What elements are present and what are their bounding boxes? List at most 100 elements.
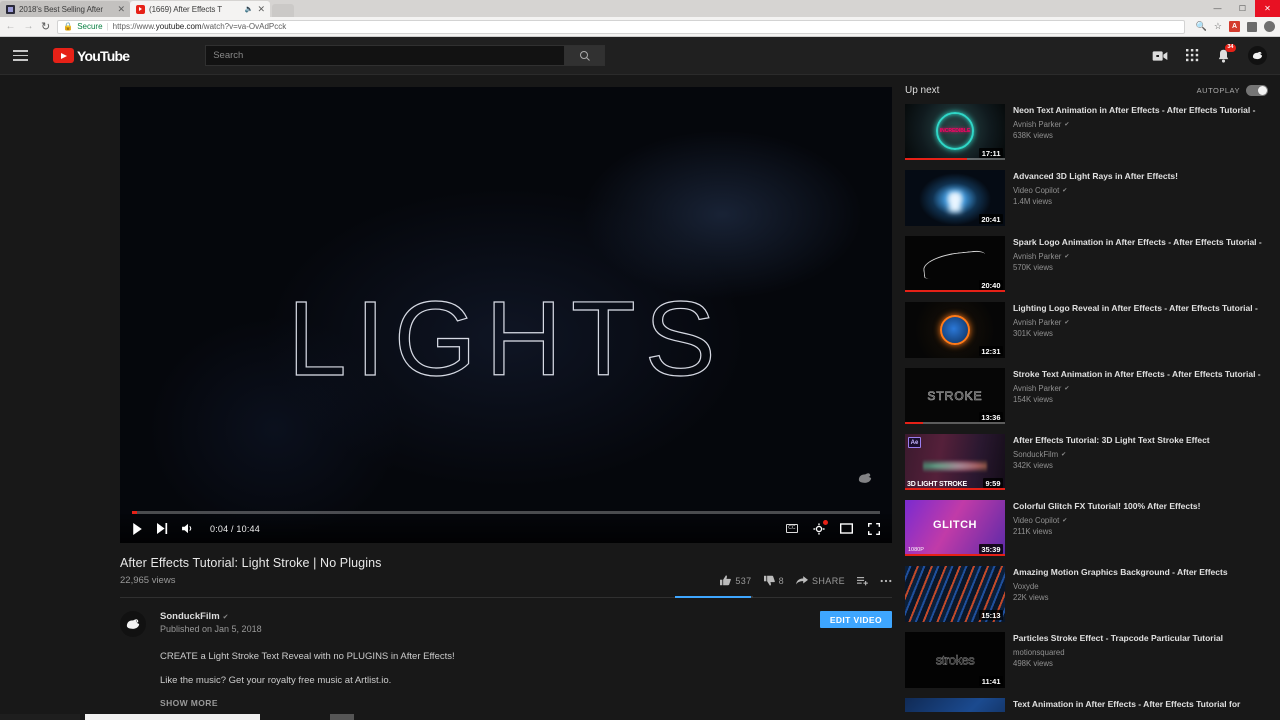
list-item[interactable]: 12:31 Lighting Logo Reveal in After Effec… xyxy=(905,302,1268,358)
minimize-button[interactable]: — xyxy=(1205,0,1230,17)
video-title[interactable]: Text Animation in After Effects - After … xyxy=(1013,699,1268,710)
up-next-label: Up next xyxy=(905,85,940,96)
search-input[interactable] xyxy=(205,45,566,66)
sonduckfilm-duck-watermark[interactable] xyxy=(856,471,874,485)
video-title[interactable]: Neon Text Animation in After Effects - A… xyxy=(1013,105,1268,116)
thumbnail-art-label: 3D LIGHT STROKE xyxy=(907,481,968,488)
omnibox-divider: | xyxy=(106,22,109,31)
list-item[interactable]: 13:36 Stroke Text Animation in After Effe… xyxy=(905,368,1268,424)
forward-icon[interactable]: → xyxy=(23,21,34,32)
video-info: Lighting Logo Reveal in After Effects - … xyxy=(1013,302,1268,358)
fullscreen-icon[interactable] xyxy=(868,522,880,535)
share-label: SHARE xyxy=(811,575,845,586)
video-thumbnail[interactable]: 20:41 xyxy=(905,170,1005,226)
like-ratio-bar xyxy=(675,596,753,598)
channel-name[interactable]: Avnish Parker ✔ xyxy=(1013,384,1268,393)
video-player[interactable]: LIGHTS 0:04 / 10:44 CC xyxy=(120,87,892,543)
browser-tab-2[interactable]: (1669) After Effects T 🔈 ✕ xyxy=(130,1,270,17)
video-title[interactable]: Advanced 3D Light Rays in After Effects! xyxy=(1013,171,1268,182)
channel-name[interactable]: Video Copilot ✔ xyxy=(1013,516,1268,525)
play-icon[interactable] xyxy=(132,522,143,535)
video-thumbnail[interactable]: GLITCH 1080P 35:39 xyxy=(905,500,1005,556)
like-button[interactable]: 537 xyxy=(720,575,751,586)
address-bar[interactable]: 🔒 Secure | https://www.youtube.com/watch… xyxy=(57,19,1185,34)
channel-name[interactable]: Voxyde xyxy=(1013,582,1268,591)
video-title[interactable]: Stroke Text Animation in After Effects -… xyxy=(1013,369,1268,380)
channel-name[interactable]: SonduckFilm ✔ xyxy=(1013,450,1268,459)
view-count: 22K views xyxy=(1013,593,1049,603)
channel-name[interactable]: Avnish Parker ✔ xyxy=(1013,318,1268,327)
list-item[interactable]: Ae 3D LIGHT STROKE 9:59 After Effects Tutor… xyxy=(905,434,1268,490)
video-thumbnail[interactable]: 12:31 xyxy=(905,302,1005,358)
list-item[interactable]: 15:13 Amazing Motion Graphics Background … xyxy=(905,566,1268,622)
avatar[interactable] xyxy=(1248,46,1267,65)
video-thumbnail[interactable]: Ae 3D LIGHT STROKE 9:59 xyxy=(905,434,1005,490)
video-thumbnail[interactable]: 20:40 xyxy=(905,236,1005,292)
video-title[interactable]: After Effects Tutorial: 3D Light Text St… xyxy=(1013,435,1268,446)
video-thumbnail[interactable]: INCREDIBLE 17:11 xyxy=(905,104,1005,160)
next-icon[interactable] xyxy=(157,523,168,534)
subtitles-icon[interactable]: CC xyxy=(785,524,798,533)
channel-name[interactable]: Avnish Parker ✔ xyxy=(1013,120,1268,129)
reload-icon[interactable]: ↻ xyxy=(41,20,50,33)
channel-name[interactable]: Avnish Parker ✔ xyxy=(1013,252,1268,261)
video-camera-icon[interactable] xyxy=(1152,50,1168,62)
autoplay-toggle[interactable] xyxy=(1246,85,1268,96)
browser-tab-1-title: 2018's Best Selling After xyxy=(19,4,103,14)
new-tab-button[interactable] xyxy=(272,4,294,17)
edit-video-button[interactable]: EDIT VIDEO xyxy=(819,611,892,628)
search-submit-button[interactable] xyxy=(565,45,606,66)
star-icon[interactable]: ☆ xyxy=(1214,21,1222,32)
dislike-button[interactable]: 8 xyxy=(763,575,784,586)
list-item[interactable]: 20:41 Advanced 3D Light Rays in After Eff… xyxy=(905,170,1268,226)
channel-name[interactable]: SonduckFilm xyxy=(160,611,220,622)
youtube-logo[interactable]: YouTube xyxy=(53,48,130,64)
control-bar-right: CC xyxy=(785,519,880,535)
apps-grid-icon[interactable] xyxy=(1186,49,1199,62)
view-count: 301K views xyxy=(1013,329,1053,339)
video-info: Neon Text Animation in After Effects - A… xyxy=(1013,104,1268,160)
list-item[interactable]: INCREDIBLE 17:11 Neon Text Animation in Af… xyxy=(905,104,1268,160)
list-item[interactable]: GLITCH 1080P 35:39 Colorful Glitch FX Tutor… xyxy=(905,500,1268,556)
after-effects-favicon xyxy=(6,4,15,14)
like-ratio-fill xyxy=(675,596,752,598)
video-thumbnail[interactable]: 15:13 xyxy=(905,566,1005,622)
video-thumbnail[interactable]: 11:41 xyxy=(905,632,1005,688)
more-options-button[interactable] xyxy=(880,579,892,583)
search-icon[interactable]: 🔍 xyxy=(1196,21,1207,32)
extension-square-icon[interactable] xyxy=(1247,21,1257,32)
tab-audio-icon[interactable]: 🔈 xyxy=(245,5,254,13)
browser-tab-1[interactable]: 2018's Best Selling After ✕ xyxy=(0,1,130,17)
channel-name[interactable]: motionsquared xyxy=(1013,648,1268,657)
hamburger-icon[interactable] xyxy=(13,50,28,61)
bell-icon[interactable]: 34 xyxy=(1217,43,1236,63)
video-title[interactable]: Amazing Motion Graphics Background - Aft… xyxy=(1013,567,1268,578)
video-title[interactable]: Colorful Glitch FX Tutorial! 100% After … xyxy=(1013,501,1268,512)
list-item[interactable]: 20:40 Spark Logo Animation in After Effec… xyxy=(905,236,1268,292)
video-title[interactable]: Lighting Logo Reveal in After Effects - … xyxy=(1013,303,1268,314)
extension-a-icon[interactable]: A xyxy=(1229,21,1240,32)
browser-profile-avatar[interactable] xyxy=(1264,21,1275,32)
theater-mode-icon[interactable] xyxy=(840,523,853,534)
share-button[interactable]: SHARE xyxy=(795,575,845,586)
close-tab-1-icon[interactable]: ✕ xyxy=(117,4,125,14)
view-count: 498K views xyxy=(1013,659,1053,669)
video-title[interactable]: Particles Stroke Effect - Trapcode Parti… xyxy=(1013,633,1268,644)
save-to-playlist-button[interactable] xyxy=(857,576,868,586)
close-tab-2-icon[interactable]: ✕ xyxy=(257,4,265,14)
up-next-header: Up next AUTOPLAY xyxy=(905,85,1268,104)
close-window-button[interactable]: ✕ xyxy=(1255,0,1280,17)
video-thumbnail[interactable]: 13:36 xyxy=(905,368,1005,424)
back-icon[interactable]: ← xyxy=(5,21,16,32)
show-more-button[interactable]: SHOW MORE xyxy=(160,697,820,710)
dislike-count: 8 xyxy=(778,575,784,586)
volume-icon[interactable] xyxy=(182,523,194,534)
video-info: Amazing Motion Graphics Background - Aft… xyxy=(1013,566,1268,622)
gear-icon[interactable] xyxy=(813,519,828,535)
list-item[interactable]: 11:41 Particles Stroke Effect - Trapcode … xyxy=(905,632,1268,688)
video-title[interactable]: Spark Logo Animation in After Effects - … xyxy=(1013,237,1268,248)
maximize-button[interactable]: ☐ xyxy=(1230,0,1255,17)
view-count: 1.4M views xyxy=(1013,197,1052,207)
channel-name[interactable]: Video Copilot ✔ xyxy=(1013,186,1268,195)
channel-avatar[interactable] xyxy=(120,611,146,637)
